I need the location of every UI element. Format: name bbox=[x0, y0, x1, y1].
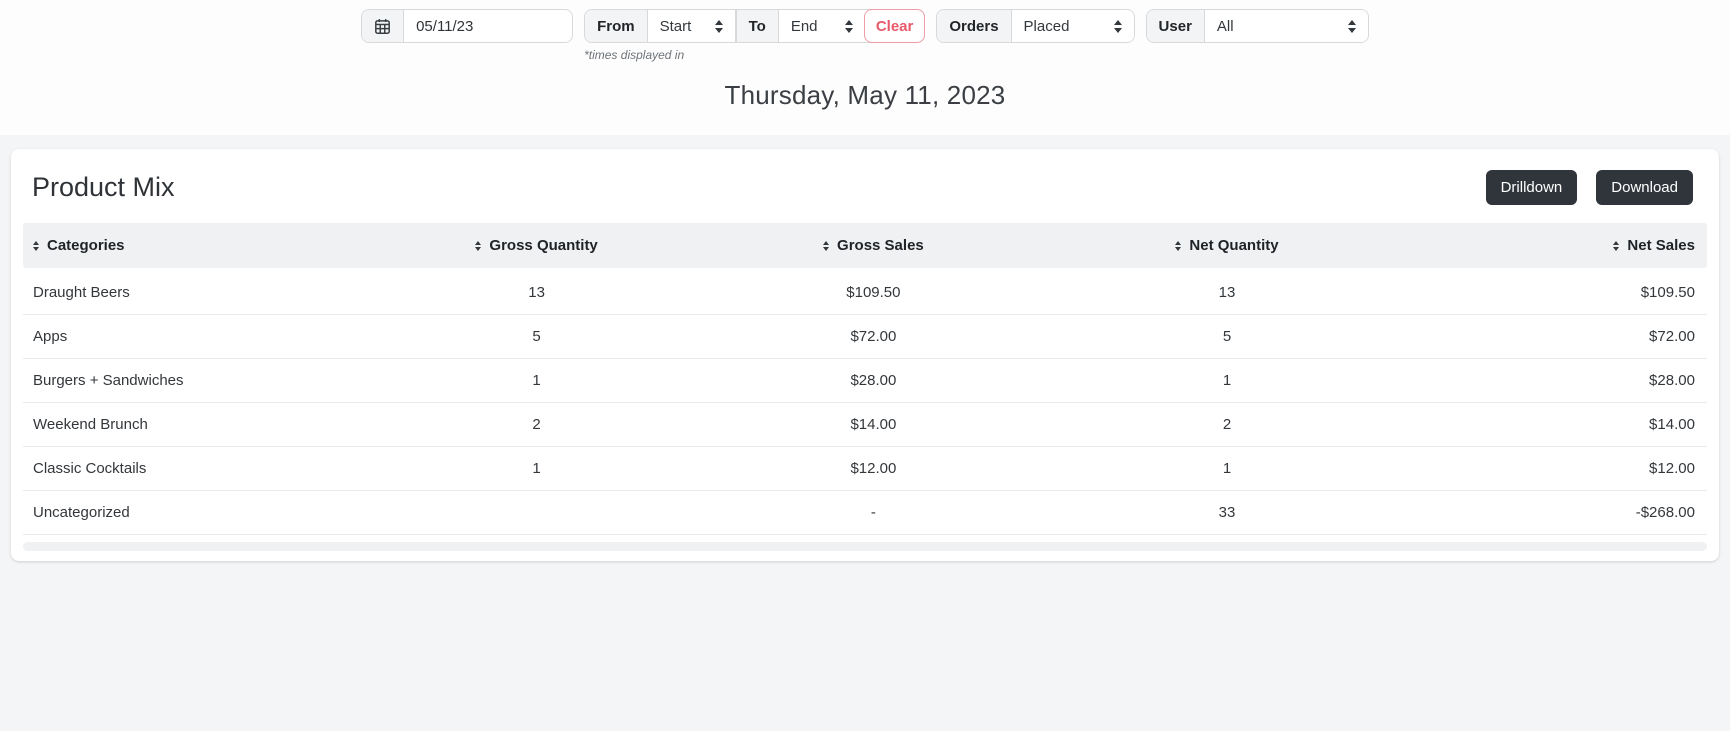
horizontal-scrollbar[interactable] bbox=[23, 542, 1707, 551]
cell-gross-sales: - bbox=[870, 504, 876, 521]
product-mix-card: Product Mix Drilldown Download Categorie… bbox=[11, 149, 1719, 561]
filters-band: From Start To End Clear *times displayed… bbox=[0, 0, 1730, 135]
date-input[interactable] bbox=[404, 10, 573, 42]
end-time-value: End bbox=[790, 17, 818, 35]
cell-category: Classic Cocktails bbox=[33, 460, 147, 477]
cell-gross-sales: $28.00 bbox=[850, 372, 897, 389]
sort-icon bbox=[1175, 240, 1182, 251]
time-range-wrap: From Start To End Clear *times displayed… bbox=[584, 9, 926, 62]
chevron-updown-icon bbox=[714, 19, 723, 33]
table-row[interactable]: Draught Beers 13 $109.50 13 $109.50 bbox=[23, 271, 1707, 315]
column-label: Gross Quantity bbox=[489, 237, 598, 254]
cell-gross-quantity: 1 bbox=[532, 460, 541, 477]
user-value: All bbox=[1216, 17, 1234, 35]
cell-category: Weekend Brunch bbox=[33, 416, 148, 433]
chevron-updown-icon bbox=[1113, 19, 1122, 33]
chevron-updown-icon bbox=[844, 19, 853, 33]
from-label: From bbox=[585, 10, 648, 42]
column-header-net-quantity[interactable]: Net Quantity bbox=[1050, 237, 1404, 254]
column-label: Net Quantity bbox=[1189, 237, 1279, 254]
card-actions: Drilldown Download bbox=[1485, 170, 1693, 205]
user-filter-group: User All bbox=[1145, 9, 1369, 43]
cell-net-sales: $28.00 bbox=[1649, 372, 1695, 389]
cell-gross-quantity: 2 bbox=[532, 416, 541, 433]
cell-category: Apps bbox=[33, 328, 68, 345]
table-row[interactable]: Apps 5 $72.00 5 $72.00 bbox=[23, 315, 1707, 359]
cell-gross-sales: $14.00 bbox=[850, 416, 897, 433]
table-row[interactable]: Weekend Brunch 2 $14.00 2 $14.00 bbox=[23, 403, 1707, 447]
drilldown-button[interactable]: Drilldown bbox=[1485, 170, 1578, 205]
end-time-select[interactable]: End bbox=[778, 10, 865, 42]
product-mix-table: Categories Gross Quantity Gross Sales Ne… bbox=[23, 223, 1707, 551]
cell-net-quantity: 1 bbox=[1222, 372, 1232, 389]
date-picker-group bbox=[361, 9, 574, 43]
cell-category: Burgers + Sandwiches bbox=[33, 372, 184, 389]
cell-net-quantity: 2 bbox=[1222, 416, 1232, 433]
orders-select[interactable]: Placed bbox=[1011, 10, 1134, 42]
download-button[interactable]: Download bbox=[1596, 170, 1693, 205]
orders-filter-group: Orders Placed bbox=[936, 9, 1135, 43]
table-row[interactable]: Classic Cocktails 1 $12.00 1 $12.00 bbox=[23, 447, 1707, 491]
cell-gross-quantity: 5 bbox=[532, 328, 541, 345]
table-row[interactable]: Uncategorized - 33 -$268.00 bbox=[23, 491, 1707, 535]
time-range-group: From Start To End Clear bbox=[584, 9, 926, 43]
sort-icon bbox=[823, 240, 830, 251]
sort-icon bbox=[33, 240, 39, 251]
column-header-categories[interactable]: Categories bbox=[23, 237, 377, 254]
cell-gross-sales: $12.00 bbox=[850, 460, 897, 477]
sort-icon bbox=[475, 240, 482, 251]
calendar-button[interactable] bbox=[362, 10, 405, 42]
card-header: Product Mix Drilldown Download bbox=[11, 149, 1719, 223]
orders-label: Orders bbox=[937, 10, 1012, 42]
column-header-gross-sales[interactable]: Gross Sales bbox=[697, 237, 1051, 254]
table-header-row: Categories Gross Quantity Gross Sales Ne… bbox=[23, 223, 1707, 268]
cell-gross-sales: $109.50 bbox=[846, 284, 901, 301]
cell-category: Draught Beers bbox=[33, 284, 130, 301]
cell-net-quantity: 1 bbox=[1222, 460, 1232, 477]
cell-net-quantity: 33 bbox=[1218, 504, 1236, 521]
column-label: Categories bbox=[47, 237, 125, 254]
to-label: To bbox=[735, 10, 779, 42]
calendar-icon bbox=[374, 18, 391, 35]
sort-icon bbox=[1613, 240, 1620, 251]
cell-net-quantity: 13 bbox=[1218, 284, 1236, 301]
cell-net-sales: $72.00 bbox=[1649, 328, 1695, 345]
cell-gross-sales: $72.00 bbox=[850, 328, 897, 345]
cell-net-sales: -$268.00 bbox=[1635, 504, 1695, 521]
cell-gross-quantity: 1 bbox=[532, 372, 541, 389]
column-label: Net Sales bbox=[1627, 237, 1695, 254]
user-label: User bbox=[1146, 10, 1205, 42]
cell-gross-quantity: 13 bbox=[528, 284, 545, 301]
start-time-select[interactable]: Start bbox=[647, 10, 736, 42]
cell-net-sales: $14.00 bbox=[1649, 416, 1695, 433]
table-row[interactable]: Burgers + Sandwiches 1 $28.00 1 $28.00 bbox=[23, 359, 1707, 403]
column-label: Gross Sales bbox=[837, 237, 924, 254]
page-title: Product Mix bbox=[32, 172, 175, 202]
clear-button[interactable]: Clear bbox=[863, 9, 926, 43]
cell-net-sales: $12.00 bbox=[1649, 460, 1695, 477]
cell-category: Uncategorized bbox=[33, 504, 130, 521]
start-time-value: Start bbox=[659, 17, 692, 35]
user-select[interactable]: All bbox=[1204, 10, 1368, 42]
cell-net-sales: $109.50 bbox=[1640, 284, 1695, 301]
times-note: *times displayed in bbox=[584, 48, 685, 62]
content-area: Product Mix Drilldown Download Categorie… bbox=[0, 135, 1730, 561]
cell-net-quantity: 5 bbox=[1222, 328, 1232, 345]
filter-toolbar: From Start To End Clear *times displayed… bbox=[0, 9, 1730, 62]
column-header-net-sales[interactable]: Net Sales bbox=[1404, 237, 1707, 254]
column-header-gross-quantity[interactable]: Gross Quantity bbox=[377, 237, 697, 254]
orders-value: Placed bbox=[1023, 17, 1070, 35]
chevron-updown-icon bbox=[1347, 19, 1356, 33]
date-heading: Thursday, May 11, 2023 bbox=[724, 80, 1006, 110]
